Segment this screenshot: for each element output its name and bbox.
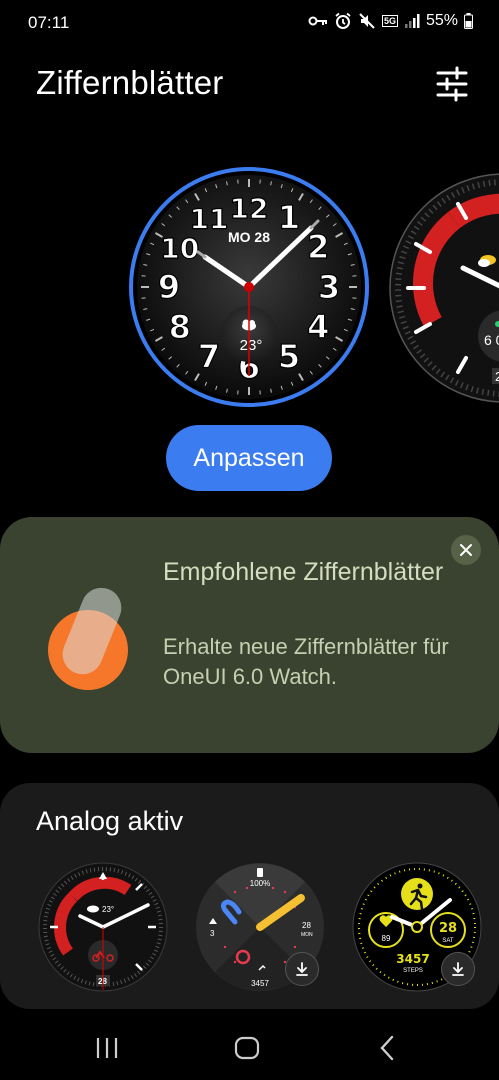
main-watchface[interactable]: 12 1234567891011 MO 28 23°: [128, 166, 370, 408]
svg-text:28: 28: [302, 921, 311, 930]
main-face-date: MO 28: [228, 229, 270, 245]
peek-watchface[interactable]: 6 0 2: [388, 172, 499, 404]
svg-text:STEPS: STEPS: [403, 968, 423, 974]
svg-text:23°: 23°: [102, 905, 114, 914]
svg-text:MON: MON: [301, 932, 313, 938]
numeral-11: 11: [190, 203, 229, 236]
promo-watch-icon: [48, 587, 128, 690]
download-icon: [452, 962, 464, 976]
svg-text:3457: 3457: [396, 952, 429, 966]
5g-icon: 5G: [381, 15, 398, 27]
svg-text:3457: 3457: [251, 979, 269, 988]
svg-text:89: 89: [382, 934, 391, 943]
numeral-1: 1: [278, 199, 300, 237]
numeral-7: 7: [198, 337, 220, 375]
mute-icon: [359, 13, 375, 29]
close-icon: [460, 544, 472, 556]
download-button[interactable]: [285, 952, 319, 986]
key-icon: [308, 16, 327, 26]
numeral-9: 9: [158, 268, 180, 306]
page-title: Ziffernblätter: [36, 64, 224, 101]
svg-text:2: 2: [495, 369, 499, 384]
main-face-temp: 23°: [240, 337, 263, 354]
numeral-8: 8: [169, 308, 191, 346]
sliders-icon: [436, 66, 468, 102]
numeral-2: 2: [307, 228, 329, 266]
svg-text:100%: 100%: [250, 879, 270, 888]
signal-icon: [404, 14, 420, 28]
status-bar: 07:11 5G 55%: [0, 0, 499, 46]
customize-button[interactable]: Anpassen: [166, 425, 332, 491]
recent-apps-icon: [96, 1038, 118, 1058]
section-title: Analog aktiv: [36, 806, 184, 836]
numeral-12: 12: [230, 192, 269, 225]
download-icon: [296, 962, 308, 976]
back-icon: [380, 1035, 394, 1061]
status-time: 07:11: [28, 13, 70, 32]
numeral-10: 10: [160, 232, 199, 265]
watchface-thumb-analog-red[interactable]: 23° 28: [38, 862, 168, 992]
download-button[interactable]: [441, 952, 475, 986]
svg-text:3: 3: [210, 929, 215, 938]
settings-button[interactable]: [432, 66, 472, 102]
battery-icon: [464, 13, 473, 29]
recent-apps-button[interactable]: [82, 1028, 132, 1068]
alarm-icon: [335, 12, 351, 29]
svg-text:SAT: SAT: [442, 938, 454, 944]
numeral-5: 5: [278, 337, 300, 375]
promo-description: Erhalte neue Ziffernblätter für OneUI 6.…: [163, 634, 449, 689]
numeral-3: 3: [318, 268, 340, 306]
svg-text:6 0: 6 0: [484, 332, 499, 348]
back-button[interactable]: [362, 1028, 412, 1068]
home-icon: [234, 1036, 260, 1060]
status-icons: 5G 55%: [308, 12, 473, 30]
promo-title: Empfohlene Ziffernblätter: [163, 558, 444, 586]
svg-text:28: 28: [439, 921, 457, 936]
watchface-carousel[interactable]: 121234567891011 MO 28 23° 6 0 2: [0, 160, 499, 410]
battery-percent: 55%: [425, 12, 458, 29]
numeral-4: 4: [307, 308, 329, 346]
home-button[interactable]: [222, 1028, 272, 1068]
